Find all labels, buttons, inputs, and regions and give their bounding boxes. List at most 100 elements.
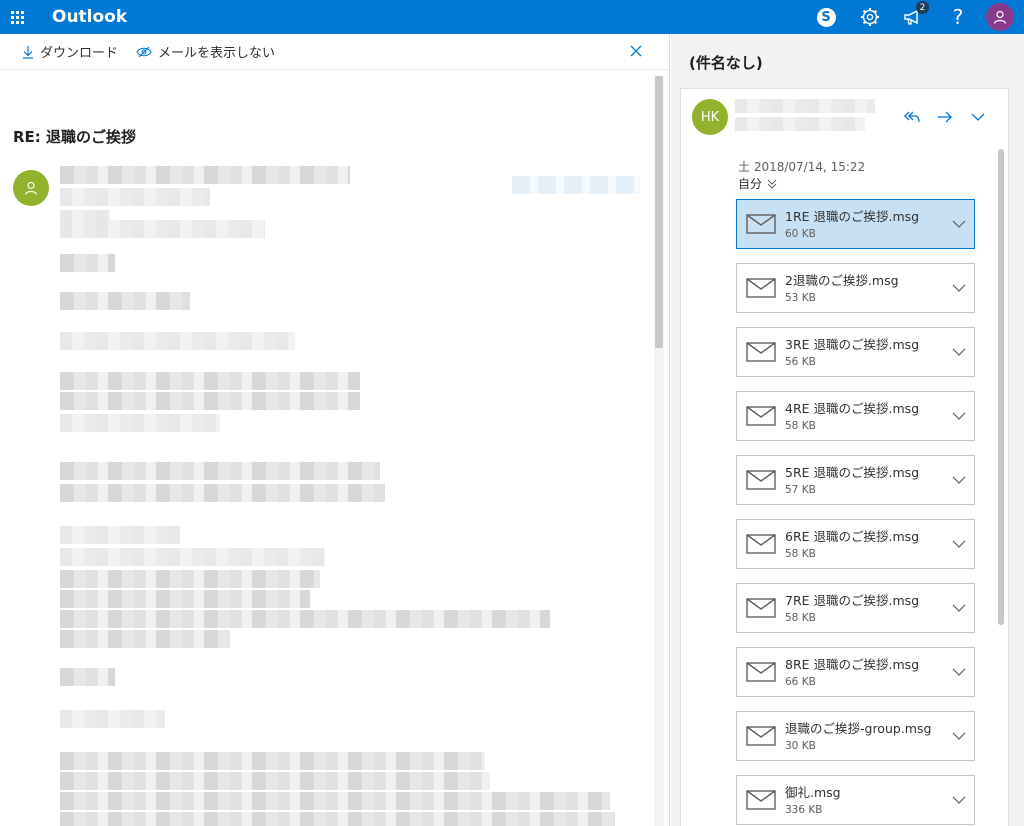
chevron-down-icon [952, 540, 966, 548]
forward-button[interactable] [928, 105, 961, 129]
envelope-icon [737, 662, 785, 682]
attachment-item[interactable]: 8RE 退職のご挨拶.msg 66 KB [736, 647, 975, 697]
reply-all-button[interactable] [895, 105, 928, 129]
attachment-pane-title: (件名なし) [689, 54, 763, 72]
attachment-name: 5RE 退職のご挨拶.msg [785, 464, 920, 480]
attachment-pane: (件名なし) HK 土 2018/07/14, 15:22 自分 1RE 退職の… [671, 34, 1024, 826]
attachment-info: 御礼.msg 336 KB [785, 785, 944, 816]
chevron-down-icon [952, 604, 966, 612]
attachment-menu-button[interactable] [944, 476, 974, 485]
attachment-item[interactable]: 5RE 退職のご挨拶.msg 57 KB [736, 455, 975, 505]
attachment-item[interactable]: 6RE 退職のご挨拶.msg 58 KB [736, 519, 975, 569]
attachment-scrollbar[interactable] [998, 149, 1004, 625]
hide-message-button[interactable]: メールを表示しない [136, 42, 275, 61]
attachment-size: 30 KB [785, 739, 816, 752]
reading-toolbar: ダウンロード メールを表示しない [0, 34, 669, 70]
attachment-size: 58 KB [785, 419, 816, 432]
avatar [986, 3, 1014, 31]
envelope-icon [737, 790, 785, 810]
attachment-menu-button[interactable] [944, 220, 974, 229]
recipient-label: 自分 [738, 177, 763, 191]
attachment-item[interactable]: 3RE 退職のご挨拶.msg 56 KB [736, 327, 975, 377]
chevron-down-icon [952, 412, 966, 420]
close-button[interactable] [629, 43, 643, 62]
sender-avatar[interactable] [13, 170, 49, 206]
chevron-down-icon [952, 348, 966, 356]
eye-hide-icon [136, 46, 152, 57]
message-subject: RE: 退職のご挨拶 [13, 128, 137, 146]
forward-arrow-icon [937, 111, 952, 123]
chevron-down-icon [952, 732, 966, 740]
envelope-icon [737, 342, 785, 362]
settings-button[interactable] [848, 0, 892, 34]
attachment-info: 8RE 退職のご挨拶.msg 66 KB [785, 657, 944, 688]
attachment-menu-button[interactable] [944, 796, 974, 805]
download-label: ダウンロード [40, 46, 119, 61]
attachment-size: 58 KB [785, 547, 816, 560]
close-icon [630, 45, 642, 57]
chevron-down-icon [971, 113, 984, 121]
attachment-info: 5RE 退職のご挨拶.msg 57 KB [785, 465, 944, 496]
envelope-icon [737, 470, 785, 490]
attachment-item[interactable]: 2退職のご挨拶.msg 53 KB [736, 263, 975, 313]
attachment-info: 2退職のご挨拶.msg 53 KB [785, 273, 944, 304]
app-name[interactable]: Outlook [52, 7, 127, 27]
attachment-item[interactable]: 4RE 退職のご挨拶.msg 58 KB [736, 391, 975, 441]
attachment-name: 退職のご挨拶-group.msg [785, 720, 932, 736]
redacted-sender [735, 117, 865, 131]
attachment-menu-button[interactable] [944, 348, 974, 357]
sender-avatar-initials[interactable]: HK [692, 99, 728, 135]
recipient-toggle[interactable]: 自分 [738, 175, 777, 192]
more-actions-button[interactable] [961, 105, 994, 129]
attachment-item[interactable]: 1RE 退職のご挨拶.msg 60 KB [736, 199, 975, 249]
attachment-item[interactable]: 御礼.msg 336 KB [736, 775, 975, 825]
attachment-size: 60 KB [785, 227, 816, 240]
whats-new-button[interactable]: 2 [892, 0, 936, 34]
attachment-menu-button[interactable] [944, 412, 974, 421]
double-chevron-down-icon [767, 179, 777, 189]
attachment-menu-button[interactable] [944, 732, 974, 741]
skype-button[interactable]: S [804, 0, 848, 34]
attachment-info: 7RE 退職のご挨拶.msg 58 KB [785, 593, 944, 624]
attachment-name: 6RE 退職のご挨拶.msg [785, 528, 920, 544]
envelope-icon [737, 598, 785, 618]
notification-badge: 2 [916, 1, 929, 14]
envelope-icon [737, 278, 785, 298]
attachment-size: 58 KB [785, 611, 816, 624]
attachment-item[interactable]: 7RE 退職のご挨拶.msg 58 KB [736, 583, 975, 633]
download-button[interactable]: ダウンロード [22, 42, 118, 61]
message-actions [895, 105, 994, 129]
attachment-menu-button[interactable] [944, 604, 974, 613]
top-bar: Outlook S 2 ? [0, 0, 1024, 34]
hide-message-label: メールを表示しない [158, 46, 276, 61]
attachment-name: 3RE 退職のご挨拶.msg [785, 336, 920, 352]
waffle-icon [10, 10, 24, 24]
scrollbar-thumb[interactable] [655, 76, 663, 348]
attachment-info: 3RE 退職のご挨拶.msg 56 KB [785, 337, 944, 368]
attachment-size: 66 KB [785, 675, 816, 688]
attachment-info: 6RE 退職のご挨拶.msg 58 KB [785, 529, 944, 560]
envelope-icon [737, 214, 785, 234]
attachment-name: 7RE 退職のご挨拶.msg [785, 592, 920, 608]
attachment-item[interactable]: 退職のご挨拶-group.msg 30 KB [736, 711, 975, 761]
envelope-icon [737, 406, 785, 426]
attachment-menu-button[interactable] [944, 540, 974, 549]
message-date: 土 2018/07/14, 15:22 [738, 160, 866, 174]
attachment-name: 4RE 退職のご挨拶.msg [785, 400, 920, 416]
attachment-size: 336 KB [785, 803, 823, 816]
attachment-name: 御礼.msg [785, 784, 841, 800]
gear-icon [861, 8, 879, 26]
attachment-menu-button[interactable] [944, 284, 974, 293]
redacted-sender [735, 99, 875, 113]
attachment-menu-button[interactable] [944, 668, 974, 677]
chevron-down-icon [952, 796, 966, 804]
app-launcher-button[interactable] [2, 2, 32, 32]
download-icon [23, 45, 33, 59]
account-button[interactable] [980, 0, 1024, 34]
attachment-name: 1RE 退職のご挨拶.msg [785, 208, 920, 224]
attachment-info: 退職のご挨拶-group.msg 30 KB [785, 721, 944, 752]
attachment-size: 53 KB [785, 291, 816, 304]
attachment-size: 56 KB [785, 355, 816, 368]
help-button[interactable]: ? [936, 0, 980, 34]
attachment-info: 4RE 退職のご挨拶.msg 58 KB [785, 401, 944, 432]
